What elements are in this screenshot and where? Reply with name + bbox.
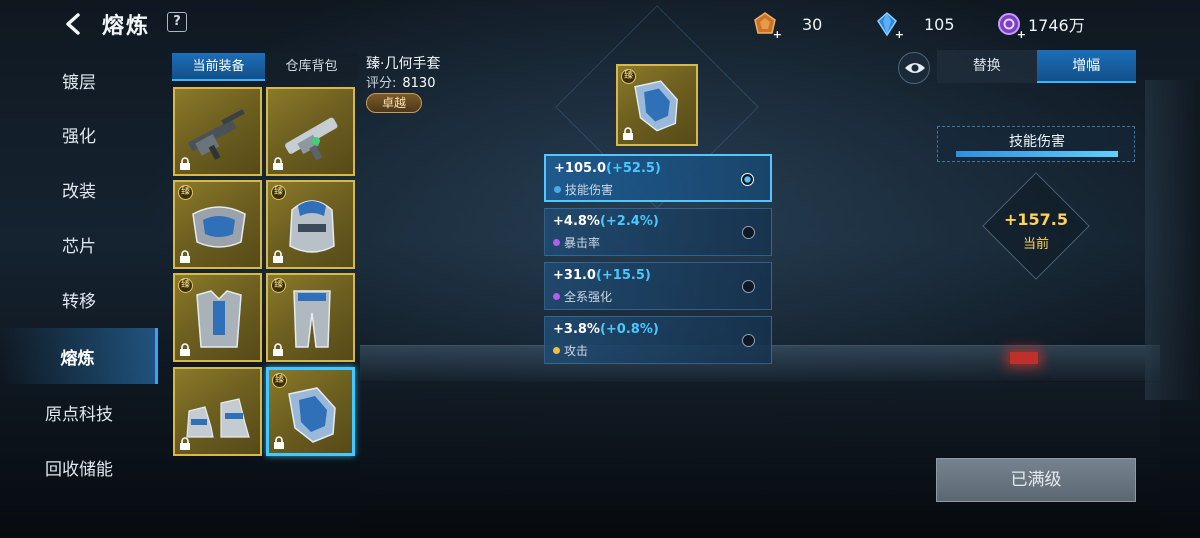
sidebar-item-origin-tech[interactable]: 原点科技 xyxy=(0,384,158,440)
slot-armor[interactable]: 臻 xyxy=(173,273,262,362)
stat-name: 全系强化 xyxy=(553,288,612,305)
radio-button[interactable] xyxy=(742,226,755,239)
stat-name: 攻击 xyxy=(553,342,588,359)
ore-icon: + xyxy=(752,11,782,41)
help-icon[interactable]: ? xyxy=(167,12,187,32)
crystal-icon: + xyxy=(874,11,904,41)
sidebar-item-smelt[interactable]: 熔炼 xyxy=(0,328,158,384)
selected-stat-title: 技能伤害 xyxy=(1009,134,1065,150)
lock-icon xyxy=(180,250,190,263)
sidebar-item-enhance[interactable]: 强化 xyxy=(0,106,158,162)
stat-option-skill-damage[interactable]: +105.0(+52.5) 技能伤害 xyxy=(544,154,772,202)
item-name: 臻·几何手套 xyxy=(366,56,441,72)
lock-icon xyxy=(623,127,633,140)
sidebar-item-recycle[interactable]: 回收储能 xyxy=(0,439,158,495)
tab-replace[interactable]: 替换 xyxy=(937,50,1037,83)
tab-amplify[interactable]: 增幅 xyxy=(1036,50,1136,83)
radio-button[interactable] xyxy=(742,334,755,347)
stat-progress-fill xyxy=(956,151,1118,157)
crystal-count: 105 xyxy=(924,14,955,34)
stat-option-all-enhance[interactable]: +31.0(+15.5) 全系强化 xyxy=(544,262,772,310)
stat-progress-bar xyxy=(956,151,1118,157)
rifle-icon xyxy=(187,109,245,160)
mode-tabs: 替换 增幅 xyxy=(937,50,1136,83)
currency-crystal[interactable]: + 105 xyxy=(874,10,955,41)
helmet-icon xyxy=(289,200,335,253)
stat-dot-icon xyxy=(553,239,560,246)
lock-icon xyxy=(274,436,284,449)
eye-icon xyxy=(905,63,925,73)
preview-eye-button[interactable] xyxy=(898,52,930,84)
gun-icon xyxy=(285,117,338,161)
tab-current-equipment[interactable]: 当前装备 xyxy=(172,53,265,81)
coin-count: 1746万 xyxy=(1028,16,1085,35)
stat-name: 技能伤害 xyxy=(554,181,613,198)
lock-icon xyxy=(180,343,190,356)
boots-icon xyxy=(186,398,250,438)
background-pillar xyxy=(1145,80,1200,400)
sidebar-item-plating[interactable]: 镀层 xyxy=(0,52,158,108)
coin-icon: + xyxy=(996,11,1026,41)
stat-value: +4.8%(+2.4%) xyxy=(553,214,659,229)
lock-icon xyxy=(273,250,283,263)
lock-icon xyxy=(180,157,190,170)
target-item: 臻 xyxy=(616,64,698,146)
sidebar-item-chip[interactable]: 芯片 xyxy=(0,216,158,272)
stat-dot-icon xyxy=(554,186,561,193)
item-score: 评分: 8130 xyxy=(366,72,435,91)
currency-coin[interactable]: + 1746万 xyxy=(996,10,1085,41)
stat-dot-icon xyxy=(553,347,560,354)
rarity-tag: 卓越 xyxy=(366,93,422,113)
stat-value: +3.8%(+0.8%) xyxy=(553,322,659,337)
ore-count: 30 xyxy=(802,14,823,34)
slot-helmet[interactable]: 臻 xyxy=(266,180,355,269)
equipment-tabs: 当前装备 仓库背包 xyxy=(172,53,358,81)
lock-icon xyxy=(273,343,283,356)
stat-name: 暴击率 xyxy=(553,234,600,251)
current-value: +157.5 xyxy=(1003,210,1068,229)
shoulder-armor-icon xyxy=(192,206,246,248)
stat-value: +31.0(+15.5) xyxy=(553,268,651,283)
sidebar-item-modify[interactable]: 改装 xyxy=(0,161,158,217)
slot-shoulder[interactable]: 臻 xyxy=(173,180,262,269)
background-red-light xyxy=(1010,352,1038,364)
page-title: 熔炼 xyxy=(102,14,151,39)
slot-legs[interactable]: 臻 xyxy=(266,273,355,362)
radio-button[interactable] xyxy=(742,280,755,293)
stat-dot-icon xyxy=(553,293,560,300)
lock-icon xyxy=(273,157,283,170)
top-bar: 熔炼 ? + 30 + 105 + 1746万 xyxy=(0,0,1200,48)
radio-button[interactable] xyxy=(741,173,754,186)
slot-gun[interactable] xyxy=(266,87,355,176)
stat-value: +105.0(+52.5) xyxy=(554,161,661,176)
current-label: 当前 xyxy=(1022,237,1049,252)
gloves-icon xyxy=(288,387,336,443)
leg-armor-icon xyxy=(293,290,331,348)
score-value: 8130 xyxy=(402,76,436,91)
score-label: 评分: xyxy=(366,76,397,91)
currency-ore[interactable]: + 30 xyxy=(752,10,823,41)
slot-rifle[interactable] xyxy=(173,87,262,176)
max-level-button[interactable]: 已满级 xyxy=(936,458,1136,502)
stat-option-attack[interactable]: +3.8%(+0.8%) 攻击 xyxy=(544,316,772,364)
tab-warehouse[interactable]: 仓库背包 xyxy=(265,53,358,81)
sidebar-item-transfer[interactable]: 转移 xyxy=(0,271,158,327)
stat-option-crit-rate[interactable]: +4.8%(+2.4%) 暴击率 xyxy=(544,208,772,256)
body-armor-icon xyxy=(196,290,242,348)
back-arrow-icon[interactable] xyxy=(60,10,88,38)
lock-icon xyxy=(180,437,190,450)
slot-gloves[interactable]: 臻 xyxy=(266,367,355,456)
slot-boots[interactable] xyxy=(173,367,262,456)
selected-stat-header: 技能伤害 xyxy=(937,126,1135,162)
sidebar-nav: 镀层 强化 改装 芯片 转移 熔炼 原点科技 回收储能 xyxy=(0,52,160,538)
